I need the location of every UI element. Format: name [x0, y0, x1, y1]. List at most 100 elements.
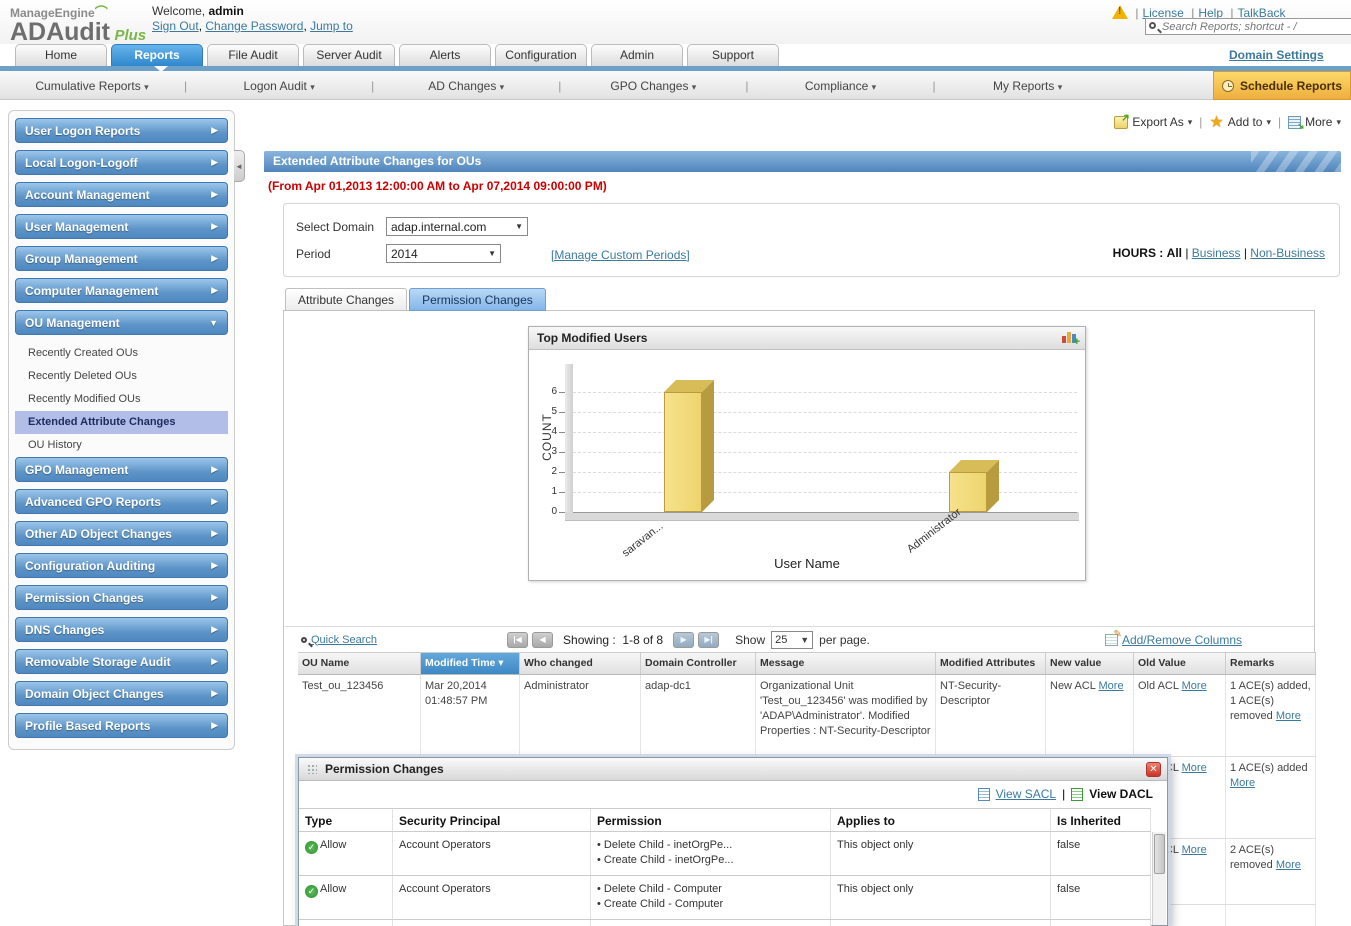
chart-type-icon[interactable]: + [1062, 330, 1079, 346]
change-password-link[interactable]: Change Password [205, 19, 303, 33]
hours-nonbusiness-link[interactable]: Non-Business [1250, 246, 1325, 260]
hours-business-link[interactable]: Business [1192, 246, 1241, 260]
domain-select[interactable]: adap.internal.com▼ [386, 217, 528, 236]
sidebar-group-ou-management[interactable]: OU Management▼ [15, 310, 228, 335]
bar-saravan-[interactable] [664, 392, 702, 512]
popup-close-button[interactable]: ✕ [1146, 762, 1161, 777]
more-link[interactable]: More [1182, 680, 1207, 692]
tab-file-audit[interactable]: File Audit [207, 44, 299, 66]
schedule-reports-button[interactable]: Schedule Reports [1213, 71, 1351, 100]
tab-server-audit[interactable]: Server Audit [303, 44, 395, 66]
sign-out-link[interactable]: Sign Out [152, 19, 199, 33]
period-select[interactable]: 2014▼ [386, 244, 501, 263]
more-button[interactable]: More▾ [1288, 115, 1341, 129]
more-link[interactable]: More [1276, 710, 1301, 722]
column-header-new-value[interactable]: New value [1046, 653, 1134, 674]
quick-search-link[interactable]: Quick Search [301, 634, 377, 646]
sidebar-group-removable-storage-audit[interactable]: Removable Storage Audit▶ [15, 649, 228, 674]
column-header-old-value[interactable]: Old Value [1134, 653, 1226, 674]
cell-ou-name: Test_ou_123456 [298, 675, 421, 756]
chart-gridline [573, 392, 1077, 393]
sidebar-group-other-ad-object-changes[interactable]: Other AD Object Changes▶ [15, 521, 228, 546]
sidebar-item-recently-created-ous[interactable]: Recently Created OUs [15, 342, 228, 365]
permission-row[interactable]: ✓AllowAccount Operators• Delete Child - … [299, 832, 1151, 876]
page-size-select[interactable]: 25▼ [771, 631, 813, 649]
sidebar-group-user-management[interactable]: User Management▶ [15, 214, 228, 239]
dacl-icon [1071, 788, 1083, 801]
permission-row[interactable]: ✓AllowAccount Operators• Delete Child - … [299, 920, 1151, 926]
view-sacl-link[interactable]: View SACL [996, 787, 1056, 801]
column-header-domain-controller[interactable]: Domain Controller [641, 653, 756, 674]
next-page-button[interactable]: ▶ [673, 632, 694, 648]
sidebar-group-group-management[interactable]: Group Management▶ [15, 246, 228, 271]
more-link[interactable]: More [1230, 777, 1255, 789]
more-link[interactable]: More [1099, 680, 1124, 692]
tab-admin[interactable]: Admin [591, 44, 683, 66]
more-link[interactable]: More [1182, 762, 1207, 774]
manage-custom-periods-link[interactable]: [Manage Custom Periods] [551, 248, 690, 262]
cell-old-value: Old ACL More [1134, 675, 1226, 756]
tab-home[interactable]: Home [15, 44, 107, 66]
popup-title: Permission Changes [325, 762, 1146, 776]
view-tab-attribute-changes[interactable]: Attribute Changes [285, 288, 407, 311]
sidebar-item-recently-deleted-ous[interactable]: Recently Deleted OUs [15, 365, 228, 388]
sidebar-group-configuration-auditing[interactable]: Configuration Auditing▶ [15, 553, 228, 578]
prev-page-button[interactable]: ◀ [532, 632, 553, 648]
sidebar-group-profile-based-reports[interactable]: Profile Based Reports▶ [15, 713, 228, 738]
sidebar-collapse-handle[interactable]: ◄ [234, 150, 245, 182]
sidebar-item-recently-modified-ous[interactable]: Recently Modified OUs [15, 388, 228, 411]
select-domain-label: Select Domain [296, 220, 374, 234]
subnav-gpo-changes[interactable]: GPO Changes ▾ [561, 79, 745, 93]
tab-reports[interactable]: Reports [111, 44, 203, 66]
domain-settings-link[interactable]: Domain Settings [1229, 48, 1324, 62]
column-header-who-changed[interactable]: Who changed [520, 653, 641, 674]
sidebar-group-domain-object-changes[interactable]: Domain Object Changes▶ [15, 681, 228, 706]
sidebar-group-user-logon-reports[interactable]: User Logon Reports▶ [15, 118, 228, 143]
popup-scrollbar-thumb[interactable] [1154, 834, 1165, 874]
column-header-remarks[interactable]: Remarks [1226, 653, 1316, 674]
column-header-modified-attributes[interactable]: Modified Attributes [936, 653, 1046, 674]
subnav-compliance[interactable]: Compliance ▾ [749, 79, 933, 93]
last-page-button[interactable]: ▶| [698, 632, 719, 648]
permission-row[interactable]: ✓AllowAccount Operators• Delete Child - … [299, 876, 1151, 920]
table-row[interactable]: Test_ou_123456Mar 20,2014 01:48:57 PMAdm… [298, 675, 1316, 757]
view-tab-permission-changes[interactable]: Permission Changes [409, 288, 546, 311]
sidebar-group-computer-management[interactable]: Computer Management▶ [15, 278, 228, 303]
export-as-button[interactable]: Export As▾ [1114, 115, 1192, 129]
add-remove-columns-link[interactable]: Add/Remove Columns [1105, 633, 1242, 647]
chart-gridline [573, 432, 1077, 433]
column-header-ou-name[interactable]: OU Name [298, 653, 421, 674]
popup-scrollbar[interactable] [1152, 832, 1166, 925]
search-input[interactable] [1162, 19, 1351, 34]
add-to-button[interactable]: ★Add to▾ [1209, 112, 1271, 132]
tab-configuration[interactable]: Configuration [495, 44, 587, 66]
popup-title-bar[interactable]: Permission Changes ✕ [299, 758, 1167, 781]
chart-gridline [573, 452, 1077, 453]
sidebar-group-local-logon-logoff[interactable]: Local Logon-Logoff▶ [15, 150, 228, 175]
subnav-my-reports[interactable]: My Reports ▾ [936, 79, 1120, 93]
subnav-ad-changes[interactable]: AD Changes ▾ [374, 79, 558, 93]
clock-icon [1222, 80, 1234, 92]
sidebar-group-dns-changes[interactable]: DNS Changes▶ [15, 617, 228, 642]
view-dacl-link[interactable]: View DACL [1089, 787, 1153, 801]
sidebar-group-account-management[interactable]: Account Management▶ [15, 182, 228, 207]
warning-icon[interactable] [1112, 5, 1128, 19]
cell-principal: Account Operators [393, 832, 591, 875]
report-period-text: (From Apr 01,2013 12:00:00 AM to Apr 07,… [268, 179, 607, 193]
cell-is-inherited: false [1051, 920, 1151, 926]
sidebar-group-permission-changes[interactable]: Permission Changes▶ [15, 585, 228, 610]
more-link[interactable]: More [1276, 859, 1301, 871]
tab-alerts[interactable]: Alerts [399, 44, 491, 66]
column-header-message[interactable]: Message [756, 653, 936, 674]
sidebar-group-advanced-gpo-reports[interactable]: Advanced GPO Reports▶ [15, 489, 228, 514]
subnav-logon-audit[interactable]: Logon Audit ▾ [187, 79, 371, 93]
sidebar-group-gpo-management[interactable]: GPO Management▶ [15, 457, 228, 482]
sidebar-item-extended-attribute-changes[interactable]: Extended Attribute Changes [15, 411, 228, 434]
tab-support[interactable]: Support [687, 44, 779, 66]
sidebar-item-ou-history[interactable]: OU History [15, 434, 228, 457]
subnav-cumulative-reports[interactable]: Cumulative Reports ▾ [0, 79, 184, 93]
column-header-modified-time[interactable]: Modified Time ▾ [421, 653, 520, 674]
first-page-button[interactable]: |◀ [507, 632, 528, 648]
more-link[interactable]: More [1182, 844, 1207, 856]
jump-to-link[interactable]: Jump to [310, 19, 353, 33]
